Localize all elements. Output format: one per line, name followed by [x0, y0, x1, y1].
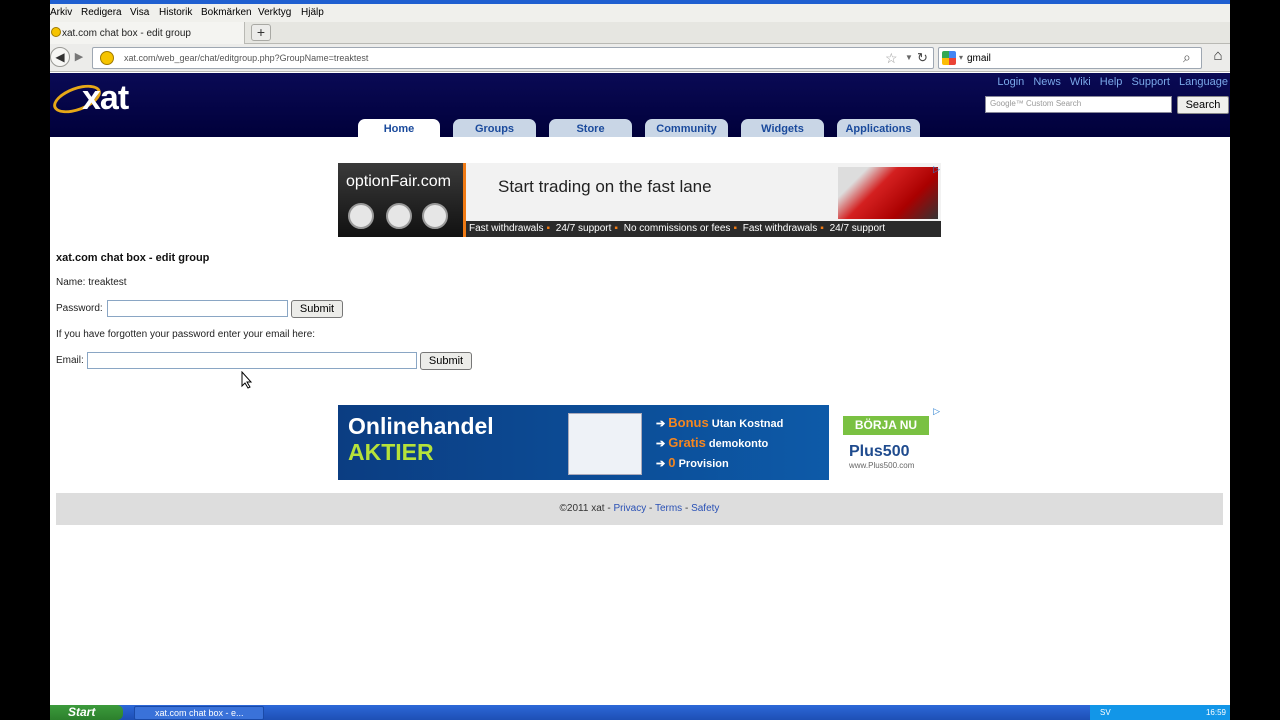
news-link[interactable]: News [1033, 76, 1061, 88]
page-footer: ©2011 xat - Privacy - Terms - Safety [56, 493, 1223, 525]
email-field[interactable] [87, 352, 417, 369]
ad-title-line2: AKTIER [348, 439, 434, 465]
optionfair-logo: optionFair.com [346, 173, 451, 190]
start-button[interactable]: Start [50, 705, 123, 720]
forward-button[interactable]: ▶ [72, 50, 86, 64]
top-links: Login News Wiki Help Support Language [991, 76, 1228, 88]
tray-clock[interactable]: 16:59 [1206, 708, 1226, 717]
search-query-text[interactable]: gmail [967, 53, 991, 64]
browser-window: Arkiv Redigera Visa Historik Bokmärken V… [50, 0, 1230, 720]
tab-home[interactable]: Home [358, 119, 440, 137]
search-icon[interactable]: ⌕ [1183, 49, 1191, 66]
login-link[interactable]: Login [997, 76, 1024, 88]
page-title: xat.com chat box - edit group [56, 252, 210, 264]
ad-feature-strip: Fast withdrawals ▪ 24/7 support ▪ No commi… [466, 221, 941, 237]
support-link[interactable]: Support [1131, 76, 1170, 88]
strip-item: 24/7 support [555, 223, 612, 234]
url-text[interactable]: xat.com/web_gear/chat/editgroup.php?Grou… [124, 53, 368, 63]
menu-item-hjalp[interactable]: Hjälp [301, 7, 324, 18]
ad-brand-panel: optionFair.com [338, 163, 466, 237]
clock-icon [348, 203, 374, 229]
plus500-url: www.Plus500.com [849, 461, 915, 470]
strip-item: No commissions or fees [623, 223, 731, 234]
new-tab-button[interactable]: + [251, 24, 271, 41]
menu-bar: Arkiv Redigera Visa Historik Bokmärken V… [50, 4, 1230, 22]
menu-item-visa[interactable]: Visa [130, 7, 149, 18]
tab-bar: xat.com chat box - edit group + [50, 22, 1230, 44]
bookmark-star-icon[interactable]: ☆ [885, 50, 898, 67]
strip-item: Fast withdrawals [469, 223, 544, 234]
menu-item-arkiv[interactable]: Arkiv [50, 7, 72, 18]
taskbar-window-item[interactable]: xat.com chat box - e... [134, 706, 264, 720]
language-link[interactable]: Language [1179, 76, 1228, 88]
google-engine-icon[interactable] [942, 51, 956, 65]
reload-icon[interactable]: ↻ [917, 50, 928, 66]
menu-item-redigera[interactable]: Redigera [81, 7, 122, 18]
plus500-logo: Plus500 [849, 443, 910, 460]
clock-icon [386, 203, 412, 229]
strip-item: Fast withdrawals [742, 223, 818, 234]
engine-dropdown-icon[interactable]: ▾ [959, 53, 963, 62]
menu-item-bokmarken[interactable]: Bokmärken [201, 7, 252, 18]
google-brand: Google™ [990, 99, 1024, 108]
help-link[interactable]: Help [1100, 76, 1123, 88]
tab-applications[interactable]: Applications [837, 119, 920, 137]
group-name-text: Name: treaktest [56, 277, 127, 288]
top-banner-ad[interactable]: optionFair.com Start trading on the fast… [338, 163, 941, 237]
tab-community[interactable]: Community [645, 119, 728, 137]
ad-bullet: ➔ Bonus Utan Kostnad [656, 415, 784, 430]
plus500-ad-panel: Onlinehandel AKTIER ➔ Bonus Utan Kostnad… [338, 405, 829, 480]
ad-title-line1: Onlinehandel [348, 413, 494, 439]
ad-bullet: ➔ 0 Provision [656, 455, 729, 470]
password-submit-button[interactable]: Submit [291, 300, 343, 318]
custom-search-input[interactable]: Google™ Custom Search [985, 96, 1172, 113]
custom-search-placeholder: Custom Search [1026, 99, 1082, 108]
privacy-link[interactable]: Privacy [613, 503, 646, 514]
logo-text: xat [82, 79, 129, 117]
password-label: Password: [56, 303, 103, 314]
borja-nu-button[interactable]: BÖRJA NU [843, 416, 929, 435]
ad-headline: Start trading on the fast lane [498, 177, 712, 196]
race-car-image [838, 167, 938, 219]
forgot-password-text: If you have forgotten your password ente… [56, 329, 316, 340]
ad-bullet: ➔ Gratis demokonto [656, 435, 769, 450]
menu-item-verktyg[interactable]: Verktyg [258, 7, 291, 18]
safety-link[interactable]: Safety [691, 503, 719, 514]
navigation-bar: ◀ ▶ xat.com/web_gear/chat/editgroup.php?… [50, 44, 1230, 72]
back-button[interactable]: ◀ [50, 47, 70, 67]
smiley-favicon-icon [51, 27, 61, 37]
history-dropdown-icon[interactable]: ▼ [905, 53, 913, 62]
adchoices-icon[interactable]: ▷ [933, 164, 940, 175]
clock-icon [422, 203, 448, 229]
password-field[interactable] [107, 300, 288, 317]
strip-item: 24/7 support [829, 223, 886, 234]
tab-title: xat.com chat box - edit group [62, 28, 191, 39]
email-submit-button[interactable]: Submit [420, 352, 472, 370]
email-label: Email: [56, 355, 84, 366]
windows-taskbar: Start xat.com chat box - e... SV 16:59 [50, 705, 1230, 720]
copyright-text: ©2011 xat - [559, 503, 614, 514]
search-button[interactable]: Search [1177, 96, 1229, 114]
bottom-banner-ad[interactable]: Onlinehandel AKTIER ➔ Bonus Utan Kostnad… [338, 405, 941, 480]
tab-groups[interactable]: Groups [453, 119, 536, 137]
trading-screenshot-image [568, 413, 642, 475]
terms-link[interactable]: Terms [655, 503, 682, 514]
menu-item-historik[interactable]: Historik [159, 7, 192, 18]
adchoices-icon[interactable]: ▷ [933, 406, 940, 417]
language-indicator[interactable]: SV [1100, 708, 1111, 717]
browser-tab[interactable]: xat.com chat box - edit group [50, 22, 245, 44]
xat-logo[interactable]: xat [50, 79, 162, 119]
wiki-link[interactable]: Wiki [1070, 76, 1091, 88]
home-icon[interactable]: ⌂ [1208, 47, 1228, 67]
system-tray: SV 16:59 [1090, 705, 1230, 720]
address-bar[interactable]: xat.com/web_gear/chat/editgroup.php?Grou… [92, 47, 934, 69]
tab-widgets[interactable]: Widgets [741, 119, 824, 137]
site-identity-icon[interactable] [100, 51, 114, 65]
site-header: xat Login News Wiki Help Support Languag… [50, 73, 1230, 137]
plus500-side-panel: BÖRJA NU Plus500 www.Plus500.com [833, 405, 941, 480]
tab-store[interactable]: Store [549, 119, 632, 137]
browser-search-box[interactable]: ▾ gmail ⌕ [938, 47, 1202, 69]
